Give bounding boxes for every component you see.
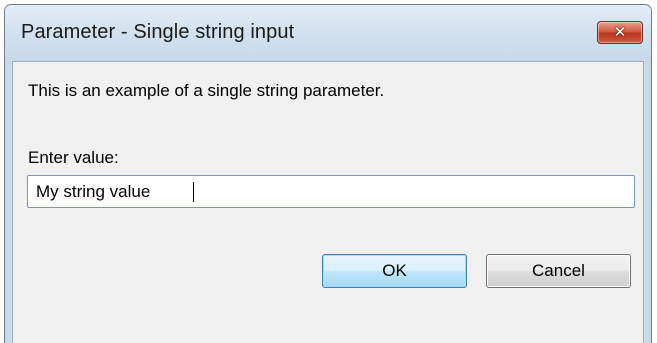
value-input[interactable] (27, 175, 635, 208)
close-button[interactable]: ✕ (597, 21, 643, 44)
value-label: Enter value: (28, 148, 119, 167)
dialog-body: This is an example of a single string pa… (12, 61, 644, 343)
description-text: This is an example of a single string pa… (28, 81, 385, 100)
dialog-window: Parameter - Single string input ✕ This i… (4, 4, 652, 343)
cancel-button[interactable]: Cancel (486, 254, 631, 288)
text-caret (193, 182, 194, 202)
window-title: Parameter - Single string input (21, 21, 295, 43)
ok-button[interactable]: OK (322, 254, 467, 288)
title-bar[interactable]: Parameter - Single string input ✕ (5, 5, 651, 61)
close-icon: ✕ (613, 23, 627, 41)
